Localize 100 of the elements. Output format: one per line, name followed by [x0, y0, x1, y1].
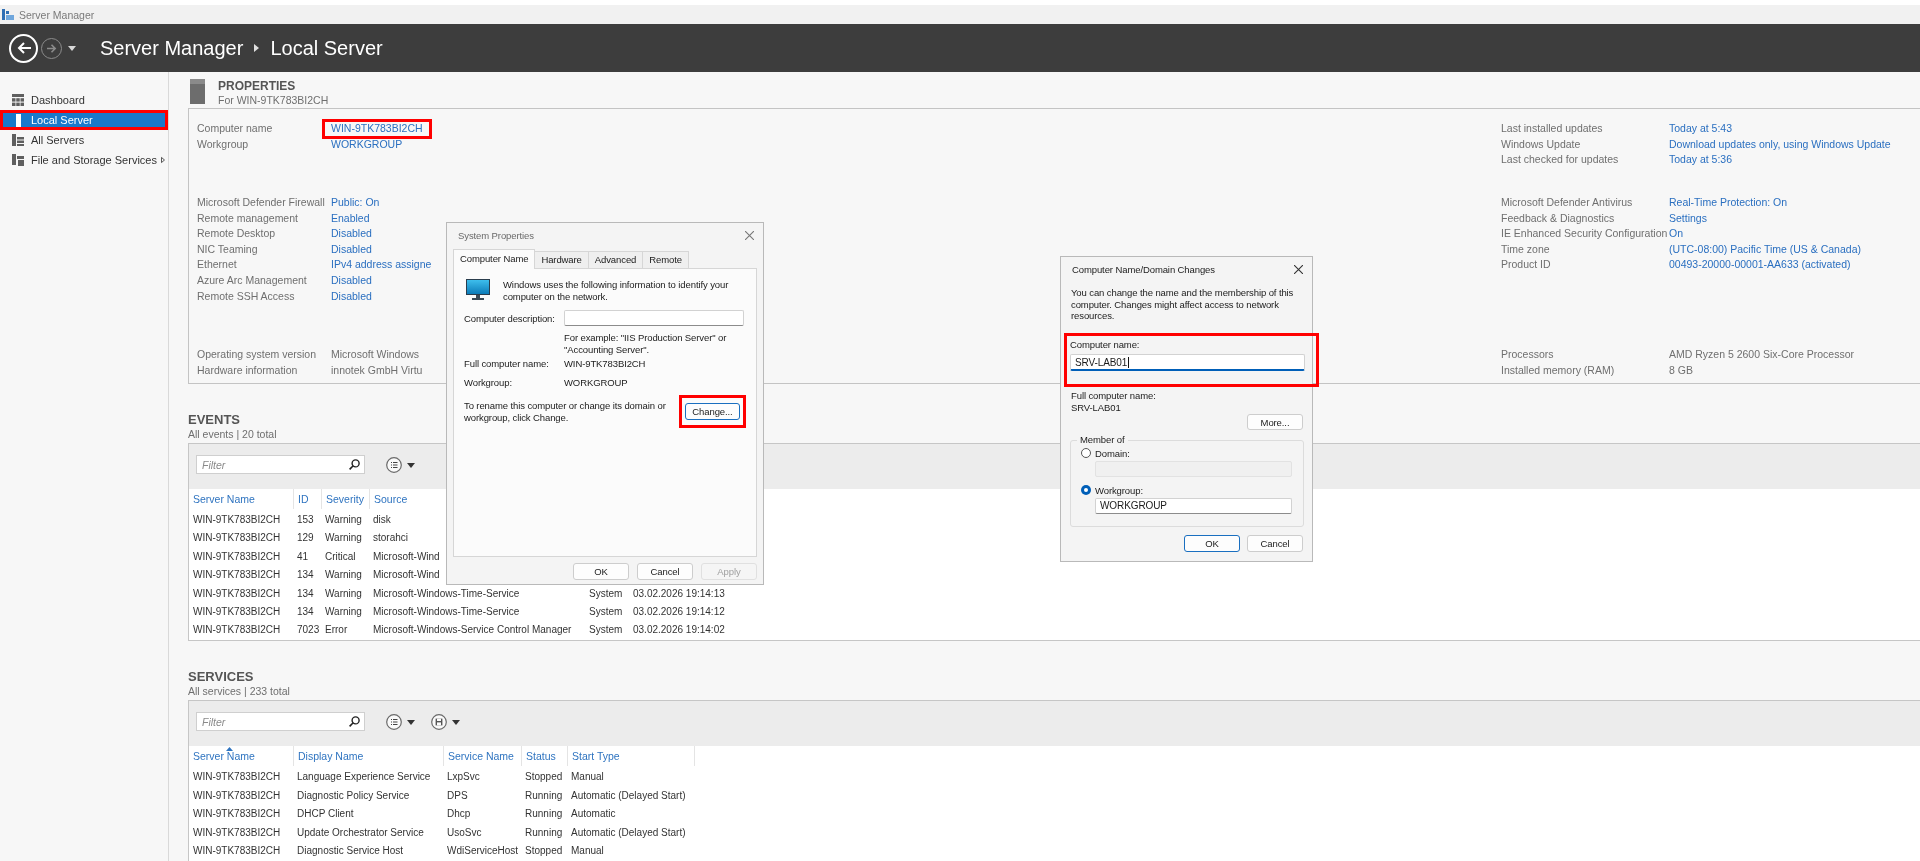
radio-label[interactable]: Workgroup:: [1095, 484, 1143, 496]
table-cell-text: WIN-9TK783BI2CH: [192, 513, 282, 527]
property-link[interactable]: Disabled: [331, 227, 372, 240]
sidebar-item[interactable]: All Servers: [3, 133, 165, 147]
table-cell-text: Warning: [324, 568, 363, 583]
dialog-button[interactable]: OK: [1184, 535, 1240, 552]
column-header[interactable]: Start Type: [567, 746, 695, 766]
save-icon: [431, 714, 447, 730]
radio-button[interactable]: [1081, 448, 1091, 458]
table-cell-text: Diagnostic Service Host: [296, 844, 405, 858]
property-label: Product ID: [1501, 257, 1552, 273]
property-link[interactable]: Disabled: [331, 289, 372, 302]
tab[interactable]: Remote: [642, 251, 689, 268]
list-icon: [386, 457, 402, 473]
filter-field[interactable]: Filter: [196, 455, 365, 474]
table-cell-text: Automatic: [570, 807, 617, 821]
column-header[interactable]: Server Name: [189, 489, 293, 509]
tasks-menu-button[interactable]: [386, 714, 415, 730]
table-cell-text: Critical: [324, 549, 357, 564]
property-link[interactable]: WIN-9TK783BI2CH: [331, 122, 423, 134]
section-title: SERVICES: [188, 669, 254, 684]
radio-label[interactable]: Domain:: [1095, 447, 1130, 459]
column-header[interactable]: Severity: [321, 489, 369, 509]
dialog-button[interactable]: OK: [573, 563, 629, 580]
close-button[interactable]: [1294, 265, 1303, 274]
sidebar-item[interactable]: Local Server: [3, 113, 165, 127]
property-link[interactable]: WORKGROUP: [331, 137, 403, 150]
dialog-button[interactable]: Cancel: [1247, 535, 1303, 552]
table-cell-text: Automatic (Delayed Start): [570, 788, 687, 803]
property-link[interactable]: Disabled: [331, 242, 372, 255]
property-link[interactable]: Public: On: [331, 196, 380, 208]
table-cell-text: Automatic (Delayed Start): [570, 825, 687, 840]
column-header[interactable]: Server Name: [189, 746, 293, 766]
caret-down-icon: [407, 462, 415, 468]
input-field[interactable]: WORKGROUP: [1095, 498, 1292, 514]
column-header[interactable]: Service Name: [443, 746, 521, 766]
field-label: Full computer name:: [464, 358, 550, 369]
property-link[interactable]: Enabled: [331, 211, 370, 224]
servers-icon: [12, 134, 24, 146]
property-link[interactable]: Real-Time Protection: On: [1669, 196, 1788, 208]
property-link[interactable]: Download updates only, using Windows Update: [1669, 137, 1891, 150]
property-link[interactable]: (UTC-08:00) Pacific Time (US & Canada): [1669, 242, 1861, 255]
sidebar-item[interactable]: Dashboard: [3, 93, 165, 107]
section-title: PROPERTIES: [218, 79, 296, 93]
table-cell-text: storahci: [372, 531, 409, 546]
property-label: Feedback & Diagnostics: [1501, 210, 1616, 226]
dialog-button[interactable]: Cancel: [637, 563, 693, 580]
property-link[interactable]: IPv4 address assigne: [331, 258, 432, 271]
field-value: WORKGROUP: [564, 377, 628, 388]
computer-name-field[interactable]: SRV-LAB01: [1070, 354, 1305, 371]
section-subtitle: For WIN-9TK783BI2CH: [218, 94, 329, 107]
filter-field[interactable]: Filter: [196, 712, 365, 731]
table-cell-text: 03.02.2026 19:14:12: [632, 604, 726, 619]
more-button[interactable]: More...: [1247, 414, 1303, 430]
property-label: Time zone: [1501, 241, 1551, 257]
radio-button[interactable]: [1081, 485, 1091, 495]
back-button[interactable]: [9, 33, 38, 63]
property-link[interactable]: On: [1669, 227, 1683, 240]
property-link[interactable]: Today at 5:36: [1669, 153, 1733, 166]
tab[interactable]: Computer Name: [453, 249, 536, 269]
table-cell-text: WIN-9TK783BI2CH: [192, 825, 282, 840]
computer-description-field[interactable]: [564, 310, 744, 326]
column-header[interactable]: Status: [521, 746, 567, 766]
property-link[interactable]: 00493-20000-00001-AA633 (activated): [1669, 258, 1851, 271]
close-icon: [1294, 265, 1303, 274]
breadcrumb-item[interactable]: Server Manager: [100, 36, 244, 60]
property-label: Computer name: [197, 121, 274, 136]
property-label: Operating system version: [197, 347, 318, 362]
property-link[interactable]: Disabled: [331, 273, 372, 286]
caret-down-icon: [452, 719, 460, 725]
group-label: Member of: [1079, 434, 1126, 446]
table-cell-text: UsoSvc: [446, 825, 483, 840]
tasks-menu-button[interactable]: [386, 457, 415, 473]
intro-text: Windows uses the following information to identify your computer on the network.: [503, 279, 730, 302]
tab[interactable]: Advanced: [587, 251, 644, 268]
table-cell-text: Running: [524, 788, 564, 803]
table-cell-text: Diagnostic Policy Service: [296, 788, 411, 803]
property-link[interactable]: Settings: [1669, 211, 1707, 224]
change-button[interactable]: Change...: [685, 403, 740, 420]
table-cell-text: WIN-9TK783BI2CH: [192, 568, 282, 583]
column-header[interactable]: ID: [293, 489, 321, 509]
property-label: Hardware information: [197, 362, 299, 378]
property-label: Installed memory (RAM): [1501, 362, 1616, 378]
table-cell-text: 03.02.2026 19:14:02: [632, 623, 726, 638]
table-cell-text: 153: [296, 513, 315, 527]
table-cell-text: Running: [524, 807, 564, 821]
tab[interactable]: Hardware: [534, 251, 589, 268]
property-value: Microsoft Windows: [331, 348, 420, 360]
table-cell-text: WIN-9TK783BI2CH: [192, 770, 282, 784]
sidebar-item[interactable]: File and Storage Services: [3, 153, 165, 167]
text-cursor: [1128, 356, 1130, 368]
column-header[interactable]: Display Name: [293, 746, 443, 766]
property-link[interactable]: Today at 5:43: [1669, 122, 1733, 134]
property-value: 8 GB: [1669, 363, 1693, 376]
dialog-title: System Properties: [458, 230, 534, 241]
table-cell-text: WdiServiceHost: [446, 844, 520, 858]
save-menu-button[interactable]: [431, 714, 460, 730]
table-cell-text: WIN-9TK783BI2CH: [192, 788, 282, 803]
table-cell-text: WIN-9TK783BI2CH: [192, 586, 282, 601]
breadcrumb-item[interactable]: Local Server: [270, 36, 383, 60]
